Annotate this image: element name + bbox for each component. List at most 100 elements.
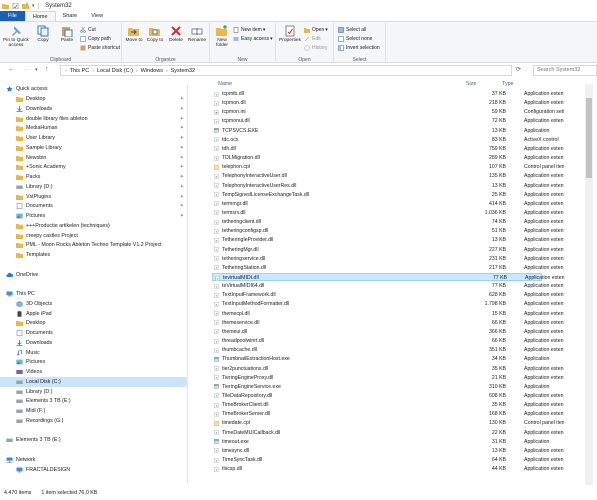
pin-icon[interactable]: ✦	[180, 96, 184, 102]
paste-button[interactable]: Paste	[57, 25, 77, 43]
select-all-button[interactable]: Select all	[338, 26, 366, 34]
pin-icon[interactable]: ✦	[180, 125, 184, 131]
pin-icon[interactable]: ✦	[180, 135, 184, 141]
file-row[interactable]: TCPSVCS.EXE 13 KB Application	[212, 127, 549, 135]
pin-icon[interactable]: ✦	[180, 194, 184, 200]
properties-button[interactable]: Properties	[278, 25, 302, 43]
file-row[interactable]: TetheringStation.dll 217 KB Application ex…	[212, 264, 564, 272]
dropdown-icon[interactable]: ▾	[32, 3, 35, 9]
file-row[interactable]: themeservice.dll 66 KB Application exten..…	[212, 319, 564, 327]
copy-button[interactable]: Copy	[33, 25, 53, 43]
file-row[interactable]: termmgr.dll 414 KB Application exten...	[212, 200, 564, 208]
invert-selection-button[interactable]: Invert selection	[338, 44, 380, 52]
nav-item-fractaldesign[interactable]: FRACTALDESIGN	[0, 464, 187, 475]
file-row[interactable]: TieringEngineService.exe 310 KB Applicatio…	[212, 383, 549, 391]
scrollbar[interactable]	[585, 84, 593, 486]
file-row[interactable]: TDLMigration.dll 289 KB Application exten.…	[212, 154, 564, 162]
file-row[interactable]: TieringEngineProxy.dll 21 KB Application e…	[212, 374, 564, 382]
file-row[interactable]: threadpoolwinrt.dll 66 KB Application exte…	[212, 337, 564, 345]
pin-icon[interactable]: ✦	[180, 106, 184, 112]
breadcrumb-windows[interactable]: Windows	[141, 68, 163, 74]
tab-home[interactable]: Home	[24, 11, 56, 21]
file-row[interactable]: themecpl.dll 15 KB Application exten...	[212, 310, 564, 318]
copy-path-button[interactable]: Copy path	[80, 35, 111, 43]
file-row[interactable]: tdc.ocx 83 KB ActiveX control	[212, 136, 559, 144]
edit-button[interactable]: Edit	[304, 35, 321, 43]
file-row[interactable]: tetheringconfigsp.dll 51 KB Application ex…	[212, 227, 564, 235]
new-folder-button[interactable]: New folder	[212, 25, 232, 48]
scrollbar-thumb[interactable]	[586, 98, 592, 178]
file-row[interactable]: TimeBrokerClient.dll 35 KB Application ext…	[212, 401, 564, 409]
file-row[interactable]: tdh.dll 759 KB Application exten...	[212, 145, 564, 153]
breadcrumb-local-disk[interactable]: Local Disk (C:)	[97, 68, 133, 74]
file-row[interactable]: tlscsp.dll 44 KB Application exten...	[212, 465, 564, 473]
open-button[interactable]: Open ▾	[304, 26, 328, 34]
pin-quick-access-button[interactable]: Pin to Quick access	[2, 25, 30, 48]
file-row[interactable]: TetheringMgr.dll 227 KB Application exten.…	[212, 246, 564, 254]
file-row[interactable]: timesync.dll 13 KB Application exten...	[212, 447, 564, 455]
file-row[interactable]: tcpmon.ini 59 KB Configuration sett...	[212, 108, 564, 116]
tab-file[interactable]: File	[0, 11, 25, 21]
file-row[interactable]: timeout.exe 31 KB Application	[212, 438, 549, 446]
file-row[interactable]: tcpmon.dll 218 KB Application exten...	[212, 99, 564, 107]
file-row[interactable]: ThumbnailExtractionHost.exe 34 KB Applicat…	[212, 355, 549, 363]
back-icon[interactable]: ←	[8, 66, 15, 73]
new-folder-icon[interactable]	[22, 2, 29, 9]
history-button[interactable]: History	[304, 44, 328, 52]
rename-button[interactable]: Rename	[187, 25, 207, 43]
file-row[interactable]: teVirtualMIDI64.dll 77 KB Application exte…	[212, 282, 564, 290]
cut-button[interactable]: Cut	[80, 26, 96, 34]
file-row[interactable]: TimeDateMUICallback.dll 22 KB Application …	[212, 429, 564, 437]
pin-icon[interactable]: ✦	[180, 155, 184, 161]
file-row[interactable]: timedate.cpl 130 KB Control panel item	[212, 419, 564, 427]
pin-icon[interactable]: ✦	[180, 174, 184, 180]
breadcrumb-system32[interactable]: System32	[171, 68, 195, 74]
move-to-button[interactable]: Move to	[124, 25, 144, 43]
file-row[interactable]: TetheringIeProvider.dll 13 KB Application …	[212, 236, 564, 244]
column-type[interactable]: Type	[502, 81, 513, 87]
pin-icon[interactable]: ✦	[180, 184, 184, 190]
pin-icon[interactable]: ✦	[180, 164, 184, 170]
file-row[interactable]: thumbcache.dll 351 KB Application exten...	[212, 346, 564, 354]
file-row[interactable]: tcpmib.dll 37 KB Application exten...	[212, 90, 564, 98]
tab-view[interactable]: View	[84, 11, 110, 21]
file-row[interactable]: TempSignedLicenseExchangeTask.dll 25 KB Ap…	[212, 191, 564, 199]
easy-access-button[interactable]: Easy access ▾	[233, 35, 273, 43]
pin-icon[interactable]: ✦	[180, 203, 184, 209]
organize-group: Move to Copy to Delete Rename Organize	[122, 23, 210, 63]
pin-icon[interactable]: ✦	[180, 116, 184, 122]
address-bar[interactable]: › This PC › Local Disk (C:) › Windows › …	[60, 65, 512, 76]
file-row[interactable]: tetheringclient.dll 74 KB Application exte…	[212, 218, 564, 226]
pin-icon[interactable]: ✦	[180, 213, 184, 219]
recent-locations-icon[interactable]: ▾	[35, 67, 38, 73]
file-row[interactable]: tevirtualMIDI.dll 77 KB Application exten.…	[212, 273, 565, 282]
file-row[interactable]: telephon.cpl 107 KB Control panel item	[212, 163, 564, 171]
refresh-icon[interactable]: ⟳	[513, 65, 524, 76]
up-icon[interactable]: ↑	[45, 66, 49, 73]
column-size[interactable]: Size	[466, 81, 476, 87]
paste-shortcut-button[interactable]: Paste shortcut	[80, 44, 120, 52]
breadcrumb-this-pc[interactable]: This PC	[70, 68, 90, 74]
search-input[interactable]: Search System32	[533, 65, 597, 76]
copy-to-button[interactable]: Copy to	[145, 25, 165, 43]
tab-share[interactable]: Share	[56, 11, 85, 21]
new-item-button[interactable]: New item ▾	[233, 26, 265, 34]
delete-button[interactable]: Delete	[166, 25, 186, 43]
file-row[interactable]: tier2punctuations.dll 35 KB Application ex…	[212, 365, 564, 373]
file-row[interactable]: TelephonyInteractiveUserRes.dll 13 KB Appl…	[212, 182, 564, 190]
file-row[interactable]: tcpmonui.dll 72 KB Application exten...	[212, 117, 564, 125]
file-row[interactable]: TileDataRepository.dll 608 KB Application …	[212, 392, 564, 400]
file-row[interactable]: TelephonyInteractiveUser.dll 135 KB Applic…	[212, 172, 564, 180]
forward-icon[interactable]: →	[22, 66, 29, 73]
select-none-button[interactable]: Select none	[338, 35, 372, 43]
file-row[interactable]: themeui.dll 366 KB Application exten...	[212, 328, 564, 336]
file-row[interactable]: TimeBrokerServer.dll 168 KB Application ex…	[212, 410, 564, 418]
file-row[interactable]: tetheringservice.dll 231 KB Application ex…	[212, 255, 564, 263]
properties-icon[interactable]	[12, 2, 19, 9]
column-name[interactable]: Name	[218, 81, 232, 87]
file-row[interactable]: termsrv.dll 1.036 KB Application exten...	[212, 209, 564, 217]
pin-icon[interactable]: ✦	[180, 145, 184, 151]
file-row[interactable]: TextInputMethodFormatter.dll 1.798 KB Appl…	[212, 300, 564, 308]
file-row[interactable]: TextInputFramework.dll 628 KB Application …	[212, 291, 564, 299]
file-row[interactable]: TimeSyncTask.dll 64 KB Application exten..…	[212, 456, 564, 464]
